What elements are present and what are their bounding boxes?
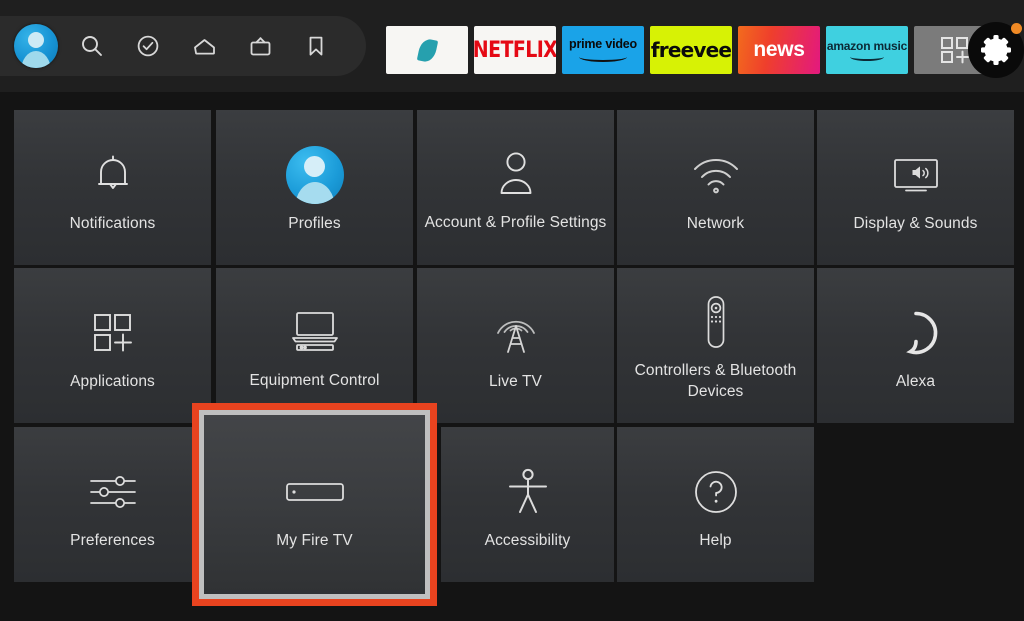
tile-label: Account & Profile Settings	[424, 214, 607, 232]
tile-label: Profiles	[288, 214, 341, 232]
tile-label: Notifications	[69, 214, 156, 232]
tile-label: Help	[699, 531, 732, 549]
settings-tile-my-fire-tv[interactable]: My Fire TV	[192, 403, 437, 606]
settings-tile-profiles[interactable]: Profiles	[216, 110, 413, 265]
tile-label: Preferences	[70, 531, 155, 549]
tv-speaker-icon	[888, 142, 944, 208]
tile-label: Display & Sounds	[853, 214, 978, 232]
wifi-icon	[689, 142, 743, 208]
avatar-head	[304, 155, 325, 177]
alexa-ring-icon	[891, 300, 941, 366]
settings-tile-display-sounds[interactable]: Display & Sounds	[817, 110, 1014, 265]
tile-label: Live TV	[489, 372, 542, 390]
tile-label: Network	[686, 214, 745, 232]
settings-tile-help[interactable]: Help	[617, 427, 814, 582]
tv-equipment-icon	[288, 299, 342, 365]
settings-tile-equipment-control[interactable]: Equipment Control	[216, 268, 413, 423]
tile-label: Equipment Control	[249, 372, 380, 390]
settings-tile-accessibility[interactable]: Accessibility	[441, 427, 614, 582]
settings-tile-preferences[interactable]: Preferences	[14, 427, 211, 582]
accessibility-person-icon	[505, 459, 551, 525]
settings-tile-account[interactable]: Account & Profile Settings	[417, 110, 614, 265]
settings-grid: Notifications Profiles Account & Profile…	[0, 0, 1024, 621]
avatar-body	[294, 181, 335, 204]
settings-tile-live-tv[interactable]: Live TV	[417, 268, 614, 423]
apps-grid-icon	[89, 300, 137, 366]
tile-label: Accessibility	[484, 531, 571, 549]
settings-tile-notifications[interactable]: Notifications	[14, 110, 211, 265]
tile-label: My Fire TV	[276, 531, 353, 549]
sliders-icon	[87, 459, 139, 525]
person-icon	[492, 141, 540, 207]
remote-control-icon	[701, 289, 731, 355]
settings-tile-applications[interactable]: Applications	[14, 268, 211, 423]
tile-label: Alexa	[895, 372, 936, 390]
fire-tv-stick-icon	[284, 459, 346, 525]
settings-tile-alexa[interactable]: Alexa	[817, 268, 1014, 423]
tile-label: Controllers & Bluetooth Devices	[634, 362, 797, 400]
antenna-icon	[490, 300, 542, 366]
settings-tile-network[interactable]: Network	[617, 110, 814, 265]
tile-label: Applications	[70, 372, 155, 390]
question-mark-icon	[691, 459, 741, 525]
profile-avatar-icon	[285, 142, 344, 208]
bell-icon	[91, 142, 135, 208]
settings-tile-controllers-bluetooth[interactable]: Controllers & Bluetooth Devices	[617, 268, 814, 423]
fire-tv-settings-screen: NETFLIX prime video freevee news amazon …	[0, 0, 1024, 621]
